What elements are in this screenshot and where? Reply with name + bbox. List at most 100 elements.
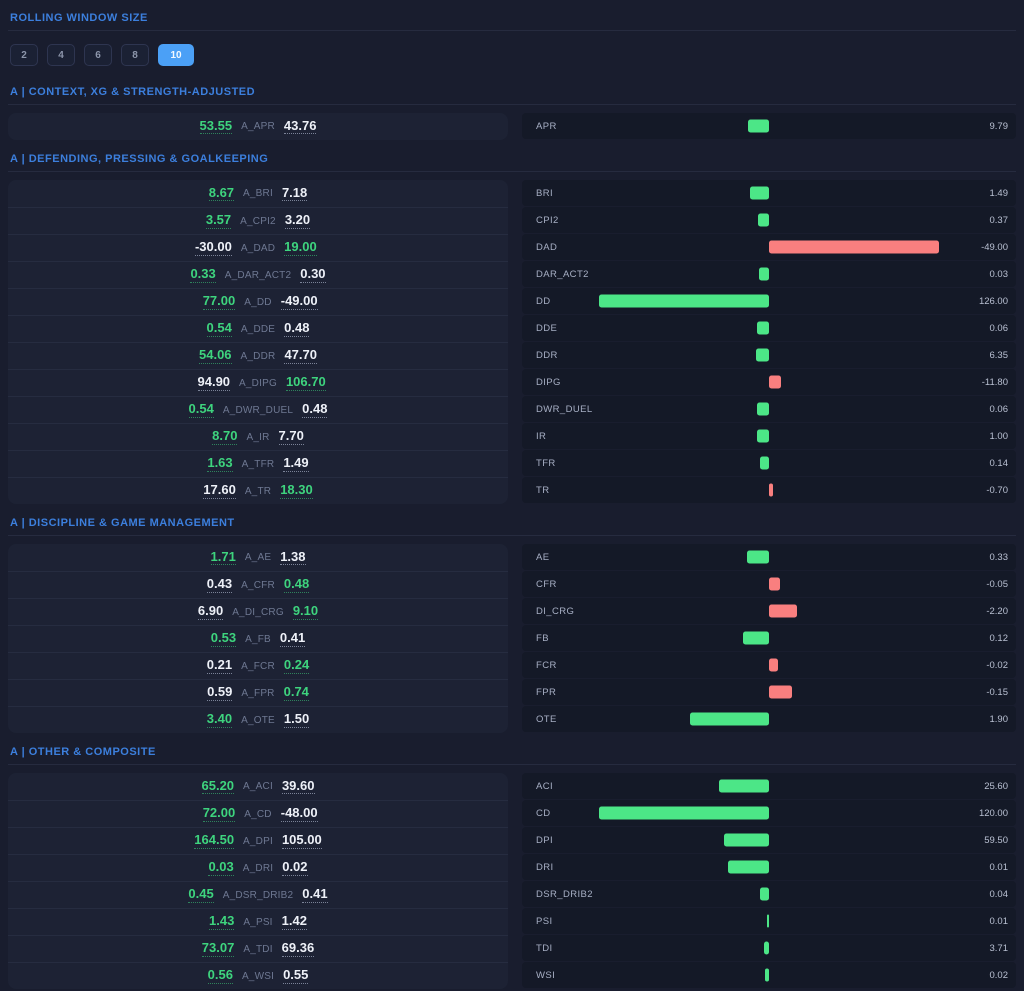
value-a[interactable]: -30.00 xyxy=(195,240,232,256)
value-a[interactable]: 0.54 xyxy=(189,402,214,418)
delta-value: 126.00 xyxy=(979,296,1008,307)
window-size-button-10[interactable]: 10 xyxy=(158,44,194,66)
metric-label: BRI xyxy=(536,188,553,199)
delta-bar xyxy=(769,376,781,389)
metric-label: TFR xyxy=(536,458,556,469)
value-b[interactable]: 47.70 xyxy=(284,348,317,364)
value-a[interactable]: 8.70 xyxy=(212,429,237,445)
value-b[interactable]: 0.41 xyxy=(280,631,305,647)
value-a[interactable]: 3.40 xyxy=(207,712,232,728)
value-a[interactable]: 0.45 xyxy=(188,887,213,903)
value-a[interactable]: 53.55 xyxy=(200,119,233,135)
value-a[interactable]: 17.60 xyxy=(203,483,236,499)
delta-row: AE 0.33 xyxy=(522,544,1016,570)
value-a[interactable]: 3.57 xyxy=(206,213,231,229)
value-b[interactable]: -49.00 xyxy=(281,294,318,310)
delta-bar-list: APR 9.79 xyxy=(522,113,1016,140)
value-a[interactable]: 54.06 xyxy=(199,348,232,364)
value-b[interactable]: 7.70 xyxy=(279,429,304,445)
window-size-button-2[interactable]: 2 xyxy=(10,44,38,66)
value-b[interactable]: 0.48 xyxy=(284,577,309,593)
metric-label: ACI xyxy=(536,781,553,792)
comparison-row: 72.00 A_CD -48.00 xyxy=(8,800,508,827)
metric-code: A_DWR_DUEL xyxy=(223,405,293,416)
delta-value: -2.20 xyxy=(986,606,1008,617)
value-b[interactable]: 7.18 xyxy=(282,186,307,202)
value-b[interactable]: 0.24 xyxy=(284,658,309,674)
value-a[interactable]: 0.43 xyxy=(207,577,232,593)
value-b[interactable]: 0.55 xyxy=(283,968,308,984)
delta-value: 0.06 xyxy=(990,323,1009,334)
delta-row: DIPG -11.80 xyxy=(522,369,1016,395)
delta-bar xyxy=(757,430,769,443)
value-a[interactable]: 1.63 xyxy=(207,456,232,472)
delta-row: WSI 0.02 xyxy=(522,962,1016,988)
value-b[interactable]: 43.76 xyxy=(284,119,317,135)
window-size-button-group: 2468 10 xyxy=(8,44,1016,66)
window-size-button-4[interactable]: 4 xyxy=(47,44,75,66)
value-a[interactable]: 72.00 xyxy=(203,806,236,822)
value-b[interactable]: 1.49 xyxy=(283,456,308,472)
value-b[interactable]: 1.42 xyxy=(282,914,307,930)
comparison-row: 3.57 A_CPI2 3.20 xyxy=(8,207,508,234)
delta-row: DSR_DRIB2 0.04 xyxy=(522,881,1016,907)
value-a[interactable]: 0.59 xyxy=(207,685,232,701)
value-a[interactable]: 8.67 xyxy=(209,186,234,202)
delta-bar xyxy=(599,807,769,820)
value-a[interactable]: 0.03 xyxy=(208,860,233,876)
value-a[interactable]: 0.53 xyxy=(211,631,236,647)
value-b[interactable]: 69.36 xyxy=(282,941,315,957)
value-b[interactable]: 0.30 xyxy=(300,267,325,283)
value-b[interactable]: 18.30 xyxy=(280,483,313,499)
value-a[interactable]: 0.33 xyxy=(190,267,215,283)
value-b[interactable]: 0.74 xyxy=(284,685,309,701)
value-b[interactable]: 0.48 xyxy=(284,321,309,337)
divider xyxy=(8,104,1016,105)
value-a[interactable]: 0.54 xyxy=(207,321,232,337)
delta-row: DAR_ACT2 0.03 xyxy=(522,261,1016,287)
value-b[interactable]: 3.20 xyxy=(285,213,310,229)
window-size-button-6[interactable]: 6 xyxy=(84,44,112,66)
value-b[interactable]: 9.10 xyxy=(293,604,318,620)
value-b[interactable]: 0.48 xyxy=(302,402,327,418)
value-a[interactable]: 0.56 xyxy=(208,968,233,984)
value-a[interactable]: 6.90 xyxy=(198,604,223,620)
delta-value: 0.12 xyxy=(990,633,1009,644)
rolling-window-control: ROLLING WINDOW SIZE 246810 xyxy=(8,0,1016,66)
value-b[interactable]: 1.38 xyxy=(280,550,305,566)
delta-bar xyxy=(769,686,792,699)
delta-row: ACI 25.60 xyxy=(522,773,1016,799)
delta-value: 1.49 xyxy=(990,188,1009,199)
value-a[interactable]: 1.71 xyxy=(211,550,236,566)
section-title: A | DEFENDING, PRESSING & GOALKEEPING xyxy=(8,153,1016,165)
delta-value: 6.35 xyxy=(990,350,1009,361)
metric-code: A_FPR xyxy=(241,688,274,699)
value-a[interactable]: 164.50 xyxy=(194,833,234,849)
window-size-button-8[interactable]: 8 xyxy=(121,44,149,66)
value-a[interactable]: 77.00 xyxy=(203,294,236,310)
value-b[interactable]: 0.41 xyxy=(302,887,327,903)
value-a[interactable]: 94.90 xyxy=(198,375,231,391)
delta-value: 1.00 xyxy=(990,431,1009,442)
value-a[interactable]: 1.43 xyxy=(209,914,234,930)
value-a[interactable]: 65.20 xyxy=(202,779,235,795)
comparison-card: 8.67 A_BRI 7.18 3.57 A_CPI2 3.20 -30.00 … xyxy=(8,180,508,504)
metric-label: FCR xyxy=(536,660,557,671)
value-b[interactable]: 0.02 xyxy=(282,860,307,876)
comparison-row: 94.90 A_DIPG 106.70 xyxy=(8,369,508,396)
value-b[interactable]: 1.50 xyxy=(284,712,309,728)
value-b[interactable]: 106.70 xyxy=(286,375,326,391)
value-b[interactable]: 39.60 xyxy=(282,779,315,795)
comparison-row: 0.45 A_DSR_DRIB2 0.41 xyxy=(8,881,508,908)
value-a[interactable]: 0.21 xyxy=(207,658,232,674)
delta-bar xyxy=(759,268,769,281)
comparison-row: 8.70 A_IR 7.70 xyxy=(8,423,508,450)
value-a[interactable]: 73.07 xyxy=(202,941,235,957)
delta-row: CD 120.00 xyxy=(522,800,1016,826)
value-b[interactable]: 19.00 xyxy=(284,240,317,256)
value-b[interactable]: 105.00 xyxy=(282,833,322,849)
value-b[interactable]: -48.00 xyxy=(281,806,318,822)
delta-value: -0.15 xyxy=(986,687,1008,698)
delta-value: 0.01 xyxy=(990,862,1009,873)
comparison-row: 1.43 A_PSI 1.42 xyxy=(8,908,508,935)
